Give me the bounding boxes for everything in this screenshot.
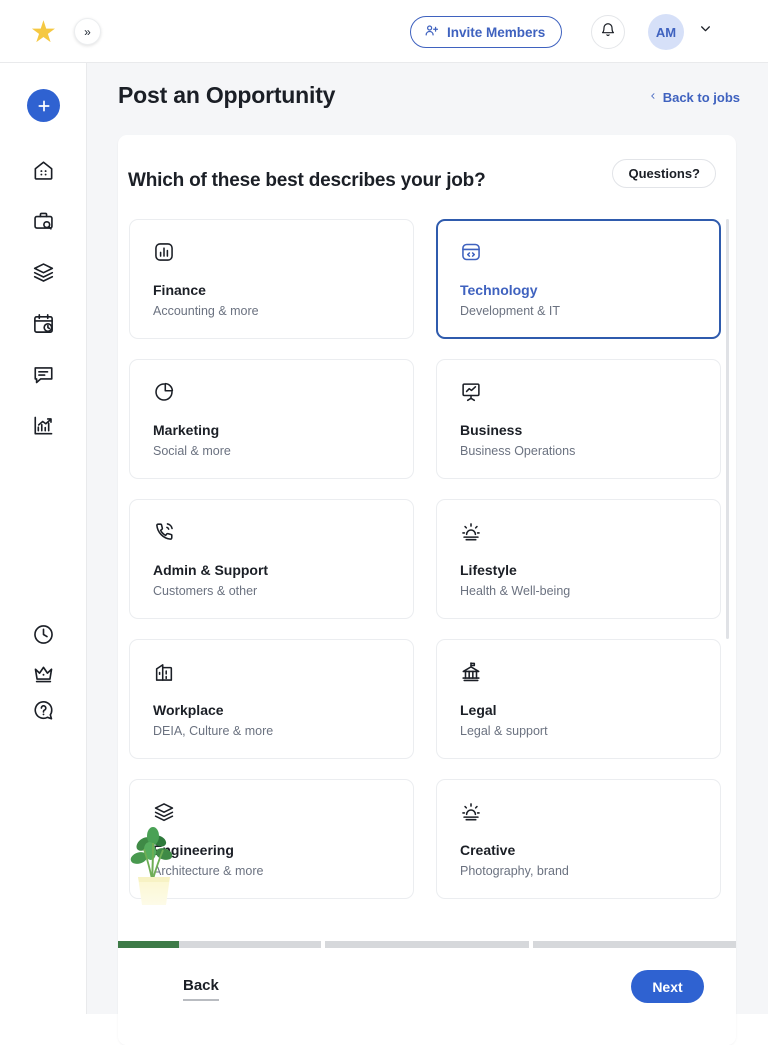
category-subtitle: Architecture & more [153, 864, 264, 878]
category-subtitle: Social & more [153, 444, 231, 458]
category-title: Workplace [153, 702, 224, 718]
category-subtitle: DEIA, Culture & more [153, 724, 274, 738]
user-plus-icon [424, 23, 439, 41]
category-title: Lifestyle [460, 562, 517, 578]
category-title: Technology [460, 282, 538, 298]
category-title: Finance [153, 282, 206, 298]
progress-segment-3 [532, 941, 736, 948]
sunrise-icon [460, 521, 482, 543]
panel-question: Which of these best describes your job? [128, 170, 486, 191]
back-to-jobs-link[interactable]: Back to jobs [649, 90, 740, 105]
sidebar-item-layers[interactable] [28, 257, 59, 288]
category-card-marketing[interactable]: Marketing Social & more [129, 359, 414, 479]
invite-members-label: Invite Members [447, 24, 546, 40]
category-subtitle: Health & Well-being [460, 584, 571, 598]
progress-segment-1 [118, 941, 322, 948]
bell-icon [600, 22, 616, 43]
progress-segment-2 [325, 941, 529, 948]
panel-footer: Back Next [118, 948, 736, 1045]
category-subtitle: Customers & other [153, 584, 258, 598]
category-subtitle: Business Operations [460, 444, 576, 458]
category-cards-grid: Finance Accounting & more Technology Develo… [129, 219, 721, 899]
category-cards-scroll-area: Finance Accounting & more Technology Develo… [118, 219, 736, 939]
top-bar: ★ » Invite Members AM [0, 0, 768, 63]
sunrise-icon [460, 801, 482, 823]
sidebar-item-history[interactable] [28, 619, 59, 650]
sidebar-item-upgrade[interactable] [28, 658, 59, 689]
layers-icon [153, 801, 175, 823]
category-subtitle: Legal & support [460, 724, 548, 738]
buildings-icon [153, 661, 175, 683]
sidebar-item-schedule[interactable] [28, 308, 59, 339]
pie-chart-icon [153, 381, 175, 403]
post-opportunity-panel: Which of these best describes your job? … [118, 135, 736, 1045]
main-content: Post an Opportunity Back to jobs Which o… [87, 63, 768, 1045]
sidebar-item-help[interactable] [28, 695, 59, 726]
category-title: Business [460, 422, 523, 438]
category-card-creative[interactable]: Creative Photography, brand [436, 779, 721, 899]
category-card-engineering[interactable]: Engineering Architecture & more [129, 779, 414, 899]
category-card-legal[interactable]: Legal Legal & support [436, 639, 721, 759]
category-title: Engineering [153, 842, 234, 858]
category-subtitle: Photography, brand [460, 864, 569, 878]
bar-chart-box-icon [153, 241, 175, 263]
category-card-admin-support[interactable]: Admin & Support Customers & other [129, 499, 414, 619]
back-button[interactable]: Back [183, 977, 219, 1001]
category-title: Legal [460, 702, 497, 718]
presentation-icon [460, 381, 482, 403]
category-title: Marketing [153, 422, 220, 438]
sidebar-item-home[interactable] [28, 155, 59, 186]
add-button[interactable] [27, 89, 60, 122]
chevron-down-icon[interactable] [699, 22, 712, 38]
phone-ring-icon [153, 521, 175, 543]
next-button[interactable]: Next [631, 970, 704, 1003]
avatar[interactable]: AM [648, 14, 684, 50]
expand-glyph: » [84, 24, 91, 39]
questions-button-label: Questions? [628, 166, 700, 181]
category-title: Admin & Support [153, 562, 269, 578]
category-card-workplace[interactable]: Workplace DEIA, Culture & more [129, 639, 414, 759]
category-card-finance[interactable]: Finance Accounting & more [129, 219, 414, 339]
questions-button[interactable]: Questions? [612, 159, 716, 188]
category-card-business[interactable]: Business Business Operations [436, 359, 721, 479]
back-to-jobs-label: Back to jobs [662, 90, 740, 105]
chevron-double-right-icon[interactable]: » [74, 18, 101, 45]
category-subtitle: Accounting & more [153, 304, 259, 318]
notifications-button[interactable] [591, 15, 625, 49]
cards-scrollbar[interactable] [726, 219, 729, 639]
category-card-technology[interactable]: Technology Development & IT [436, 219, 721, 339]
progress-segment-1-fill [118, 941, 179, 948]
code-window-icon [460, 241, 482, 263]
category-subtitle: Development & IT [460, 304, 561, 318]
progress-bar [118, 941, 736, 948]
sidebar-item-jobs[interactable] [28, 206, 59, 237]
sidebar [0, 63, 87, 1014]
courthouse-icon [460, 661, 482, 683]
sidebar-item-analytics[interactable] [28, 410, 59, 441]
avatar-initials: AM [655, 24, 677, 40]
category-title: Creative [460, 842, 516, 858]
sidebar-item-messages[interactable] [28, 359, 59, 390]
invite-members-button[interactable]: Invite Members [410, 16, 563, 48]
star-icon[interactable]: ★ [30, 18, 57, 48]
category-card-lifestyle[interactable]: Lifestyle Health & Well-being [436, 499, 721, 619]
page-title: Post an Opportunity [118, 82, 336, 108]
chevron-left-icon [649, 90, 657, 105]
